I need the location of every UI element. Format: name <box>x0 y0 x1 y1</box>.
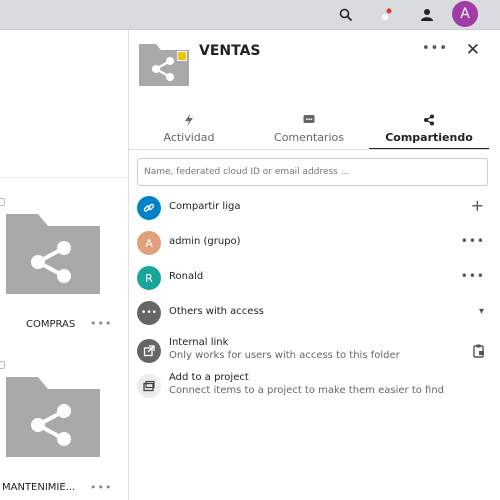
user-avatar[interactable]: A <box>452 1 478 27</box>
close-icon[interactable]: ✕ <box>466 40 480 60</box>
tab-sharing[interactable]: Compartiendo <box>369 112 489 150</box>
external-link-icon <box>137 339 161 363</box>
favorite-star-icon[interactable] <box>177 51 187 61</box>
share-with-input[interactable] <box>137 158 488 186</box>
file-menu-button[interactable]: ••• <box>90 317 112 330</box>
search-icon[interactable] <box>335 4 357 26</box>
avatar: R <box>137 266 161 290</box>
others-with-access-row[interactable]: ••• Others with access ▾ <box>137 298 489 328</box>
shared-folder-icon[interactable] <box>6 214 100 294</box>
shared-folder-icon[interactable] <box>6 377 100 457</box>
divider <box>129 149 489 150</box>
link-icon <box>137 196 161 220</box>
copy-to-clipboard-icon[interactable] <box>473 344 485 361</box>
share-label: Compartir liga <box>169 201 241 212</box>
tab-comments[interactable]: Comentarios <box>249 112 369 150</box>
tab-label: Compartiendo <box>385 131 473 144</box>
activity-icon <box>129 114 249 130</box>
chevron-down-icon[interactable]: ▾ <box>479 306 485 317</box>
share-label: admin (grupo) <box>169 236 241 247</box>
top-bar: A <box>0 0 500 30</box>
contacts-icon[interactable] <box>416 4 438 26</box>
share-label: Ronald <box>169 271 204 282</box>
add-to-project-row[interactable]: Add to a project Connect items to a proj… <box>137 371 489 403</box>
internal-link-title: Internal link <box>169 337 229 348</box>
project-icon <box>137 374 161 398</box>
share-entry-row: A admin (grupo) ••• <box>137 228 489 258</box>
share-link-row[interactable]: Compartir liga + <box>137 193 489 223</box>
add-share-link-button[interactable]: + <box>471 196 485 215</box>
file-name[interactable]: MANTENIMIE... <box>2 482 75 493</box>
details-sidebar: VENTAS ••• ✕ Actividad Comentarios Compa… <box>128 30 500 500</box>
share-entry-menu-button[interactable]: ••• <box>461 234 485 248</box>
share-entry-menu-button[interactable]: ••• <box>461 269 485 283</box>
project-title: Add to a project <box>169 372 249 383</box>
comment-icon <box>249 114 369 130</box>
tab-label: Comentarios <box>274 131 344 144</box>
more-icon: ••• <box>137 301 161 325</box>
sidebar-title: VENTAS <box>199 43 261 59</box>
sidebar-tabs: Actividad Comentarios Compartiendo <box>129 112 489 150</box>
sidebar-menu-button[interactable]: ••• <box>422 41 448 56</box>
select-checkbox[interactable] <box>0 198 5 206</box>
file-list: COMPRAS ••• MANTENIMIE... ••• <box>0 30 128 500</box>
notifications-icon[interactable] <box>375 4 397 26</box>
project-subtitle: Connect items to a project to make them … <box>169 385 445 396</box>
tab-label: Actividad <box>163 131 215 144</box>
tab-activity[interactable]: Actividad <box>129 112 249 150</box>
share-label: Others with access <box>169 306 264 317</box>
divider <box>0 177 128 178</box>
select-checkbox[interactable] <box>0 361 5 369</box>
internal-link-subtitle: Only works for users with access to this… <box>169 350 400 361</box>
file-name[interactable]: COMPRAS <box>26 319 75 330</box>
file-menu-button[interactable]: ••• <box>90 481 112 494</box>
internal-link-row: Internal link Only works for users with … <box>137 336 489 368</box>
share-icon <box>369 114 489 130</box>
share-entry-row: R Ronald ••• <box>137 263 489 293</box>
avatar: A <box>137 231 161 255</box>
